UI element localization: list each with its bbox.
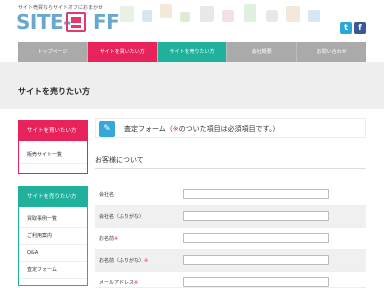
site-header: サイト売買ならサイトオフにおまかせ SITE- FF t f — [0, 0, 384, 42]
email-input[interactable] — [183, 277, 329, 287]
form-row-name-kana: お名前（ふりがな）※ — [95, 250, 366, 272]
nav-contact[interactable]: お問い合わせ — [297, 42, 366, 62]
form-title-suffix: のついた項目は必須項目です。） — [178, 125, 280, 133]
form-row-company-kana: 会社名（ふりがな） — [95, 206, 366, 228]
facebook-icon[interactable]: f — [354, 22, 366, 34]
page-title: サイトを売りたい方 — [18, 87, 90, 96]
field-label-company-kana: 会社名（ふりがな） — [99, 214, 145, 220]
logo-text-left: SITE- — [16, 10, 71, 34]
sidebar-link-form[interactable]: 査定フォーム — [19, 262, 87, 279]
form-row-name: お名前※ — [95, 228, 366, 250]
field-label-name: お名前※ — [99, 236, 119, 242]
company-input[interactable] — [183, 189, 329, 199]
field-label-name-kana: お名前（ふりがな）※ — [99, 258, 149, 264]
nav-company[interactable]: 会社概要 — [227, 42, 298, 62]
form-title: 査定フォーム（※のついた項目は必須項目です。） — [124, 124, 279, 134]
sidebar-link-listings[interactable]: 販売サイト一覧 — [19, 147, 87, 164]
logo-stamp-icon — [66, 12, 86, 32]
field-label-company: 会社名 — [99, 192, 115, 198]
nav-buy[interactable]: サイトを買いたい方 — [87, 42, 158, 62]
nav-top[interactable]: トップページ — [18, 42, 88, 62]
sidebar-link-guide[interactable]: ご利用案内 — [19, 228, 87, 245]
sidebar-buy-heading[interactable]: サイトを買いたい方 — [19, 121, 87, 141]
nav-sell[interactable]: サイトを売りたい方 — [157, 42, 228, 62]
pencil-icon: ✎ — [99, 121, 115, 137]
field-label-email: メールアドレス※ — [99, 280, 139, 286]
twitter-icon[interactable]: t — [340, 22, 352, 34]
sidebar-buy: サイトを買いたい方 販売サイト一覧 — [18, 120, 88, 174]
section-divider — [95, 168, 366, 169]
sidebar-sell-heading[interactable]: サイトを売りたい方 — [19, 187, 87, 207]
name-kana-input[interactable] — [183, 255, 329, 265]
section-title: お客様について — [95, 156, 144, 164]
sidebar-sell: サイトを売りたい方 買取事例一覧 ご利用案内 Q&A 査定フォーム — [18, 186, 88, 286]
global-nav: トップページ サイトを買いたい方 サイトを売りたい方 会社概要 お問い合わせ — [18, 42, 366, 62]
company-kana-input[interactable] — [183, 211, 329, 221]
form-row-email: メールアドレス※ — [95, 272, 366, 288]
logo-text-right: FF — [92, 10, 120, 34]
header-illustration — [120, 4, 330, 38]
sidebar-link-qa[interactable]: Q&A — [19, 245, 87, 262]
form-title-box: ✎ 査定フォーム（※のついた項目は必須項目です。） — [95, 118, 366, 138]
form-row-company: 会社名 — [95, 184, 366, 206]
form-title-prefix: 査定フォーム（ — [124, 125, 173, 133]
sidebar-link-cases[interactable]: 買取事例一覧 — [19, 211, 87, 228]
name-input[interactable] — [183, 233, 329, 243]
